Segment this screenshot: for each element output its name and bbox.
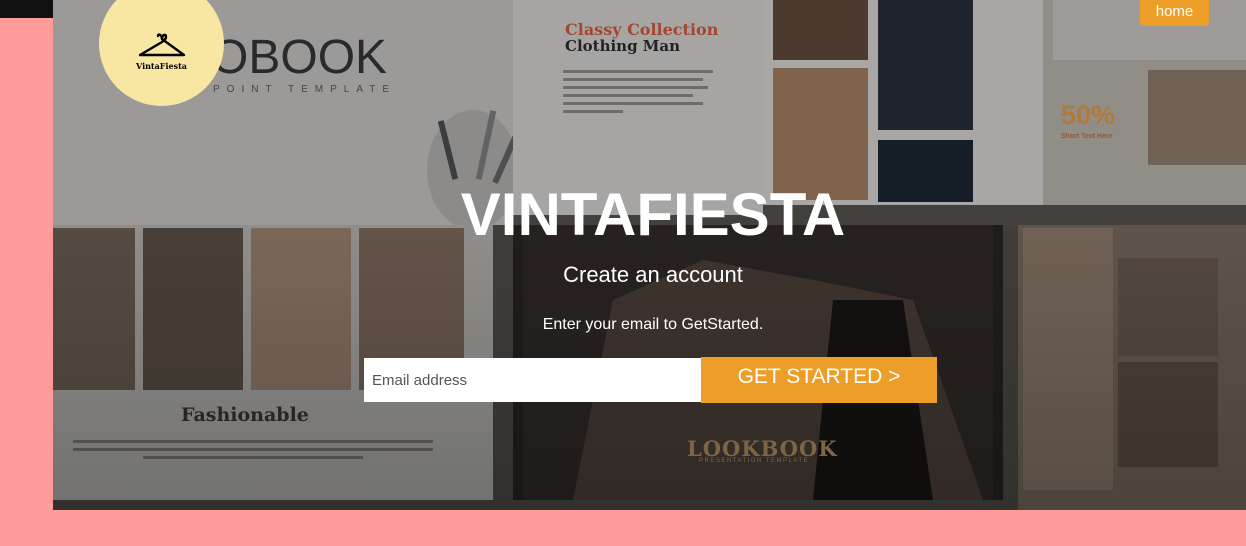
hero-section: OBOOK POINT TEMPLATE Classy Collection C… [53, 0, 1246, 510]
email-input[interactable] [364, 358, 701, 402]
bg-collection-subtitle: Clothing Man [565, 37, 681, 55]
hero-title: VINTAFIESTA [460, 181, 846, 248]
bg-lookbook-subheading: POINT TEMPLATE [213, 84, 397, 95]
hero-subtitle: Create an account [563, 262, 743, 287]
bg-lookbook-heading: OBOOK [211, 31, 388, 84]
bg-discount-value: 50% [1061, 100, 1116, 130]
top-left-dark-bar [0, 0, 53, 18]
hanger-icon [138, 33, 185, 57]
bg-lookbook-footer-sub: PRESENTATION TEMPLATE [699, 458, 810, 464]
home-button[interactable]: home [1140, 0, 1209, 26]
get-started-button[interactable]: GET STARTED > [701, 357, 937, 403]
bg-discount-caption: Short Text Here [1061, 133, 1113, 140]
logo-name: VintaFiesta [136, 61, 187, 71]
hero-cta-text: Enter your email to GetStarted. [542, 316, 764, 333]
bg-fashionable-label: Fashionable [181, 404, 309, 426]
